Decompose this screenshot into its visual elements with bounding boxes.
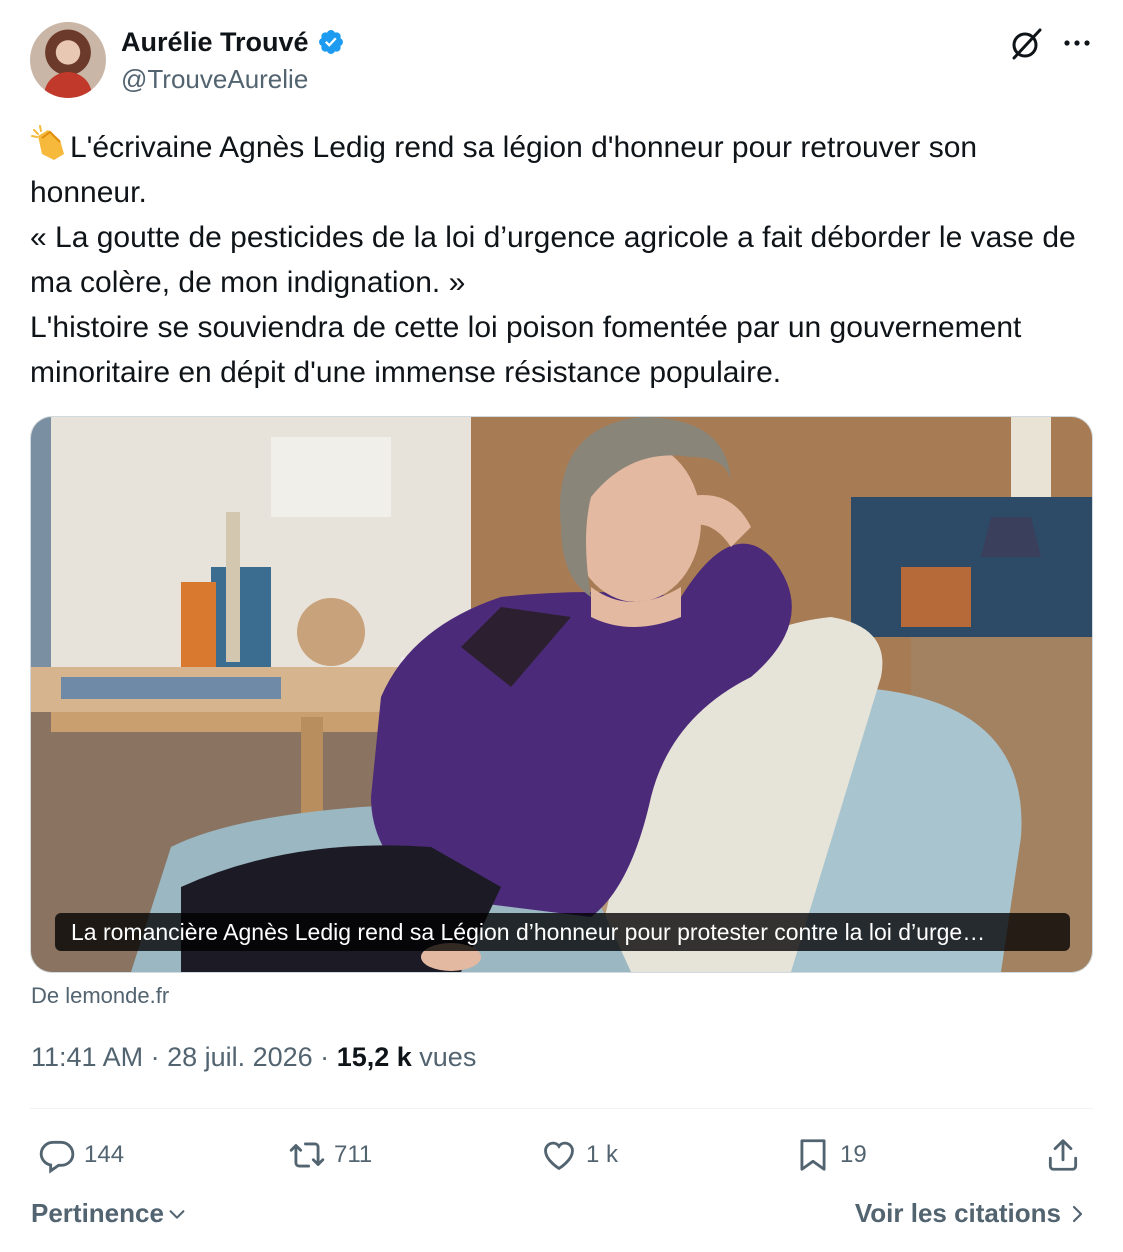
views-label: vues (419, 1042, 477, 1072)
link-card[interactable]: La romancière Agnès Ledig rend sa Légion… (30, 416, 1093, 973)
like-button[interactable]: 1 k (540, 1130, 618, 1180)
like-count: 1 k (586, 1141, 619, 1168)
tweet-text: L'écrivaine Agnès Ledig rend sa légion d… (30, 124, 1100, 395)
avatar[interactable] (30, 22, 106, 98)
clapping-hands-icon (31, 125, 64, 160)
heart-icon (544, 1141, 574, 1171)
tweet-body: L'écrivaine Agnès Ledig rend sa légion d… (30, 131, 1076, 389)
reply-button[interactable]: 144 (38, 1130, 124, 1180)
link-source[interactable]: De lemonde.fr (31, 983, 169, 1009)
article-photo[interactable] (31, 417, 1092, 972)
author-handle[interactable]: @TrouveAurelie (121, 64, 308, 95)
action-bar: 144 711 1 k 19 (30, 1130, 1093, 1180)
author-name-row[interactable]: Aurélie Trouvé (121, 24, 345, 60)
reply-icon (39, 1140, 75, 1174)
share-button[interactable] (1044, 1130, 1090, 1180)
bookmark-count: 19 (840, 1141, 867, 1168)
view-quotes-link[interactable]: Voir les citations (855, 1198, 1087, 1229)
sort-replies-dropdown[interactable]: Pertinence (31, 1198, 188, 1229)
divider (30, 1108, 1093, 1109)
sort-label: Pertinence (31, 1198, 164, 1228)
bookmark-button[interactable]: 19 (794, 1130, 867, 1180)
share-icon (1048, 1139, 1078, 1171)
views-count: 15,2 k (336, 1042, 412, 1072)
link-card-caption[interactable]: La romancière Agnès Ledig rend sa Légion… (55, 913, 1070, 951)
chevron-down-icon (169, 1209, 185, 1219)
tweet-header: Aurélie Trouvé @TrouveAurelie (30, 22, 1093, 98)
quotes-label: Voir les citations (854, 1198, 1061, 1228)
more-options-icon[interactable] (1060, 28, 1094, 58)
chevron-right-icon (1072, 1205, 1083, 1222)
bookmark-icon (800, 1139, 826, 1171)
reply-count: 144 (84, 1141, 125, 1168)
repost-button[interactable]: 711 (288, 1130, 372, 1180)
timestamp[interactable]: 11:41 AM · 28 juil. 2026 · (31, 1042, 337, 1072)
verified-badge-icon (318, 30, 343, 54)
author-display-name[interactable]: Aurélie Trouvé (121, 27, 309, 58)
repost-count: 711 (334, 1141, 373, 1168)
grok-icon[interactable] (1008, 26, 1044, 62)
repost-icon (289, 1142, 325, 1168)
tweet-meta: 11:41 AM · 28 juil. 2026 · 15,2 k vues (31, 1042, 476, 1073)
